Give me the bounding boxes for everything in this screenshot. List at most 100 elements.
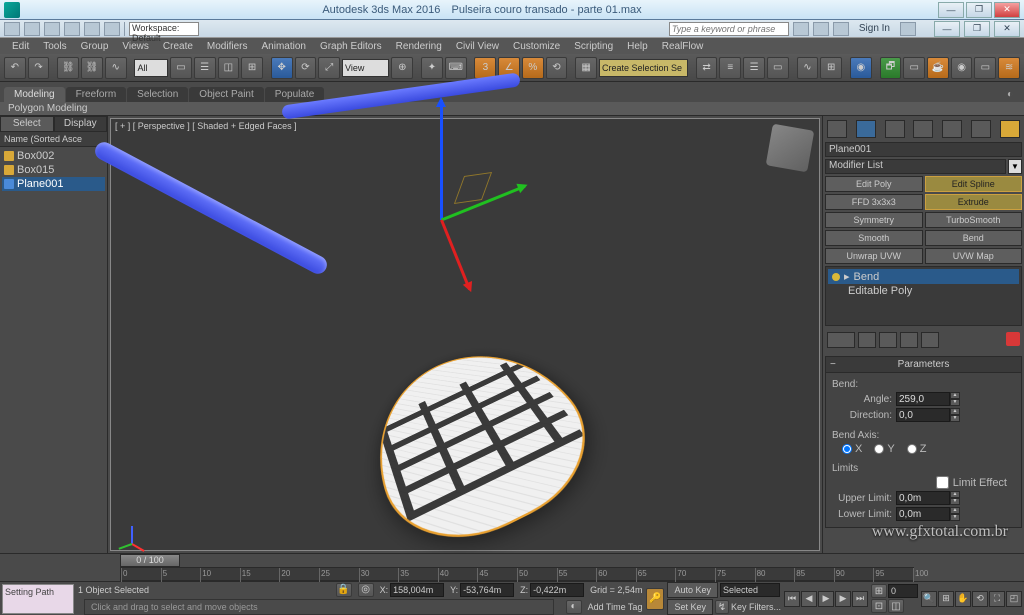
next-frame-icon[interactable]: ▶ <box>835 591 851 607</box>
show-end-result-icon[interactable] <box>858 332 876 348</box>
render-icon[interactable]: ☕ <box>927 57 949 79</box>
current-frame-field[interactable] <box>888 584 918 598</box>
list-item[interactable]: Box002 <box>2 149 105 163</box>
ref-coord-dropdown[interactable]: View <box>342 59 389 77</box>
rotate-icon[interactable]: ⟳ <box>295 57 317 79</box>
prev-frame-icon[interactable]: ◀ <box>801 591 817 607</box>
move-icon[interactable]: ✥ <box>271 57 293 79</box>
menu-grapheditors[interactable]: Graph Editors <box>314 41 388 52</box>
tab-freeform[interactable]: Freeform <box>66 87 127 102</box>
mod-btn-symmetry[interactable]: Symmetry <box>825 212 923 228</box>
time-slider[interactable]: 0 / 100 05101520253035404550556065707580… <box>0 553 1024 581</box>
time-ruler[interactable]: 0510152025303540455055606570758085909510… <box>120 567 914 581</box>
mod-btn-uvwmap[interactable]: UVW Map <box>925 248 1023 264</box>
coord-y-field[interactable] <box>460 583 514 597</box>
nav-icon[interactable]: ⊡ <box>871 599 887 613</box>
search-input[interactable] <box>669 22 789 36</box>
mirror-icon[interactable]: ⇄ <box>696 57 718 79</box>
key-icon[interactable]: 🔑 <box>646 588 664 610</box>
spinner-up-icon[interactable]: ▲ <box>950 491 960 498</box>
subscription-icon[interactable] <box>813 22 829 36</box>
help-icon[interactable] <box>900 22 916 36</box>
axis-x-radio[interactable]: X <box>842 443 862 455</box>
bulb-icon[interactable] <box>832 273 840 281</box>
material-editor-icon[interactable]: ◉ <box>850 57 872 79</box>
list-item[interactable]: Box015 <box>2 163 105 177</box>
utilities-tab-icon[interactable] <box>971 120 991 138</box>
menu-animation[interactable]: Animation <box>255 41 311 52</box>
mod-btn-extrude[interactable]: Extrude <box>925 194 1023 210</box>
qat-undo-icon[interactable] <box>64 22 80 36</box>
close-button[interactable]: ✕ <box>994 2 1020 18</box>
create-tab-icon[interactable] <box>827 120 847 138</box>
menu-tools[interactable]: Tools <box>37 41 72 52</box>
spinner-down-icon[interactable]: ▼ <box>950 498 960 505</box>
select-region-icon[interactable]: ◫ <box>218 57 240 79</box>
render-prod-icon[interactable]: ◉ <box>951 57 973 79</box>
render-iter-icon[interactable]: ▭ <box>974 57 996 79</box>
orbit-icon[interactable]: ⟲ <box>972 591 988 607</box>
mod-btn-bend[interactable]: Bend <box>925 230 1023 246</box>
motion-tab-icon[interactable] <box>913 120 933 138</box>
realflow-icon[interactable]: ≋ <box>998 57 1020 79</box>
ribbon-panel-label[interactable]: Polygon Modeling <box>0 102 1024 116</box>
keyfilters-link[interactable]: Key Filters... <box>731 602 781 612</box>
spinner-snap-icon[interactable]: ⟲ <box>546 57 568 79</box>
lock-icon[interactable]: 🔒 <box>336 583 352 597</box>
mod-btn-turbosmooth[interactable]: TurboSmooth <box>925 212 1023 228</box>
infocenter-icon[interactable] <box>793 22 809 36</box>
lower-limit-spinner[interactable] <box>896 507 950 521</box>
dropdown-arrow-icon[interactable]: ▼ <box>1008 159 1022 174</box>
menu-realflow[interactable]: RealFlow <box>656 41 710 52</box>
rollout-header[interactable]: Parameters <box>826 357 1021 373</box>
coord-z-field[interactable] <box>530 583 584 597</box>
menu-create[interactable]: Create <box>157 41 199 52</box>
exchange-icon[interactable] <box>833 22 849 36</box>
upper-limit-spinner[interactable] <box>896 491 950 505</box>
list-item[interactable]: Plane001 <box>2 177 105 191</box>
key-mode-icon[interactable]: ↯ <box>715 600 729 614</box>
ribbon-collapse-icon[interactable]: ◐ <box>997 87 1023 102</box>
render-setup-icon[interactable]: 🗗 <box>880 57 902 79</box>
nav-icon[interactable]: ◫ <box>888 599 904 613</box>
signin-link[interactable]: Sign In <box>859 23 890 34</box>
pan-icon[interactable]: ✋ <box>955 591 971 607</box>
inner-minimize-button[interactable]: — <box>934 21 960 37</box>
align-icon[interactable]: ≡ <box>719 57 741 79</box>
percent-snap-icon[interactable]: % <box>522 57 544 79</box>
selection-filter-dropdown[interactable]: All <box>134 59 168 77</box>
mod-btn-editspline[interactable]: Edit Spline <box>925 176 1023 192</box>
layers-icon[interactable]: ☰ <box>743 57 765 79</box>
menu-group[interactable]: Group <box>75 41 115 52</box>
zoom-extents-icon[interactable]: ⛶ <box>989 591 1005 607</box>
zoom-all-icon[interactable]: ⊞ <box>938 591 954 607</box>
mod-btn-unwrap[interactable]: Unwrap UVW <box>825 248 923 264</box>
isolate-icon[interactable]: ◎ <box>358 583 374 597</box>
menu-views[interactable]: Views <box>116 41 155 52</box>
hierarchy-tab-icon[interactable] <box>885 120 905 138</box>
spinner-up-icon[interactable]: ▲ <box>950 408 960 415</box>
setkey-button[interactable]: Set Key <box>667 599 713 615</box>
bind-icon[interactable]: ∿ <box>105 57 127 79</box>
object-name-field[interactable] <box>825 142 1022 157</box>
modifier-stack[interactable]: ▸Bend Editable Poly <box>825 266 1022 326</box>
maxscript-listener[interactable]: Setting Path <box>2 584 74 614</box>
tab-selection[interactable]: Selection <box>127 87 188 102</box>
redo-icon[interactable]: ↷ <box>28 57 50 79</box>
spinner-down-icon[interactable]: ▼ <box>950 415 960 422</box>
menu-edit[interactable]: Edit <box>6 41 35 52</box>
color-swatch[interactable] <box>1000 120 1020 138</box>
workspace-dropdown[interactable]: Workspace: Default <box>129 22 199 36</box>
stack-item[interactable]: Editable Poly <box>828 284 1019 298</box>
toggle-icon[interactable]: ◐ <box>566 600 582 614</box>
axis-z-radio[interactable]: Z <box>907 443 927 455</box>
unlink-icon[interactable]: ⛓ <box>81 57 103 79</box>
spinner-up-icon[interactable]: ▲ <box>950 507 960 514</box>
spinner-down-icon[interactable]: ▼ <box>950 514 960 521</box>
limit-effect-checkbox[interactable]: Limit Effect <box>832 476 1015 489</box>
window-crossing-icon[interactable]: ⊞ <box>241 57 263 79</box>
menu-civilview[interactable]: Civil View <box>450 41 505 52</box>
modify-tab-icon[interactable] <box>856 120 876 138</box>
minimize-button[interactable]: — <box>938 2 964 18</box>
qat-save-icon[interactable] <box>44 22 60 36</box>
